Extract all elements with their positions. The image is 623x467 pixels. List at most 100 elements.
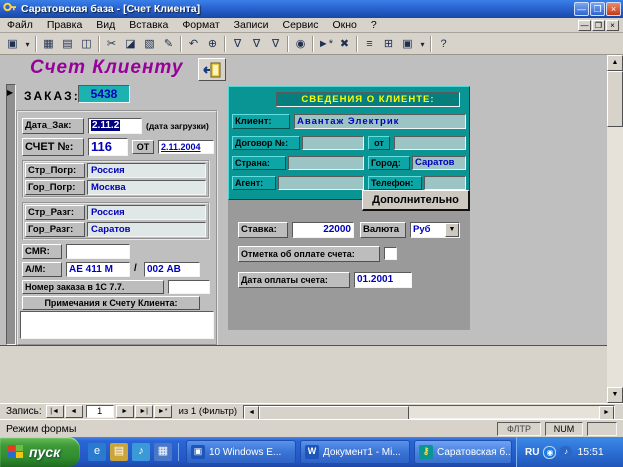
mdi-close-button[interactable]: ×: [606, 20, 619, 31]
quicklaunch-desktop-icon[interactable]: ▦: [154, 443, 172, 461]
unloading-city-field[interactable]: Саратов: [87, 222, 206, 237]
task-button-access-database[interactable]: ⚷ Саратовская б...: [414, 440, 512, 464]
form-view-icon[interactable]: ▣: [3, 34, 22, 53]
filter-by-form-icon[interactable]: ∇: [247, 34, 266, 53]
quicklaunch-folder-icon[interactable]: ▤: [110, 443, 128, 461]
mdi-minimize-button[interactable]: —: [578, 20, 591, 31]
quicklaunch-ie-icon[interactable]: e: [88, 443, 106, 461]
filter-by-selection-icon[interactable]: ∇: [228, 34, 247, 53]
more-button[interactable]: Дополнительно: [362, 190, 470, 211]
client-city-field[interactable]: Саратов: [412, 156, 466, 170]
loading-city-label: Гор_Погр:: [25, 180, 85, 195]
close-button[interactable]: ×: [606, 2, 621, 16]
scroll-up-icon[interactable]: ▲: [607, 55, 623, 71]
database-window-icon[interactable]: ⊞: [379, 34, 398, 53]
client-field[interactable]: Авантаж Электрик: [294, 114, 466, 129]
screen: Саратовская база - [Счет Клиента] — ❐ × …: [0, 0, 623, 467]
menu-view[interactable]: Вид: [89, 18, 122, 32]
first-record-button[interactable]: |◄: [45, 405, 64, 418]
current-record-input[interactable]: 1: [85, 405, 114, 418]
invoice-number-field[interactable]: 116: [88, 138, 128, 156]
rate-field[interactable]: 22000: [292, 222, 354, 238]
start-button[interactable]: пуск: [0, 437, 80, 467]
previous-record-button[interactable]: ◄: [64, 405, 83, 418]
date-order-selected-text: 2.11.2: [91, 120, 121, 131]
paid-checkbox[interactable]: [384, 247, 397, 260]
vehicle-field-1[interactable]: АЕ 411 М: [66, 262, 130, 277]
task-button-word-document[interactable]: W Документ1 - Mi...: [300, 440, 410, 464]
tray-language-indicator[interactable]: RU: [525, 447, 539, 458]
agent-field[interactable]: [278, 176, 364, 190]
menu-service[interactable]: Сервис: [276, 18, 326, 32]
scroll-right-icon[interactable]: ►: [599, 405, 614, 420]
menu-format[interactable]: Формат: [175, 18, 226, 32]
menu-insert[interactable]: Вставка: [122, 18, 175, 32]
undo-icon[interactable]: ↶: [184, 34, 203, 53]
minimize-button[interactable]: —: [574, 2, 589, 16]
new-object-icon[interactable]: ▣: [398, 34, 417, 53]
save-icon[interactable]: ▦: [39, 34, 58, 53]
cmr-field[interactable]: [66, 244, 130, 259]
format-painter-icon[interactable]: ✎: [159, 34, 178, 53]
contract-number-label: Договор №:: [232, 136, 300, 150]
invoice-date-field[interactable]: 2.11.2004: [158, 140, 214, 154]
menu-records[interactable]: Записи: [227, 18, 276, 32]
currency-dropdown[interactable]: Руб ▼: [410, 222, 460, 238]
phone-field[interactable]: [424, 176, 466, 190]
menu-help[interactable]: ?: [364, 18, 384, 32]
properties-icon[interactable]: ≡: [360, 34, 379, 53]
order-number-field[interactable]: 5438: [78, 85, 130, 103]
client-country-field[interactable]: [288, 156, 364, 170]
mdi-restore-button[interactable]: ❐: [592, 20, 605, 31]
currency-label: Валюта: [360, 222, 406, 238]
scroll-down-icon[interactable]: ▼: [607, 387, 623, 403]
vehicle-field-2[interactable]: 002 АВ: [144, 262, 200, 277]
new-record-button[interactable]: ►*: [153, 405, 172, 418]
horizontal-scrollbar[interactable]: ◄ ►: [243, 404, 615, 420]
date-order-field[interactable]: 2.11.2: [88, 118, 142, 134]
menu-file[interactable]: Файл: [0, 18, 40, 32]
delete-record-icon[interactable]: ✖: [335, 34, 354, 53]
tray-clock[interactable]: 15:51: [577, 446, 603, 458]
vertical-scrollbar[interactable]: ▲ ▼: [607, 55, 623, 403]
insert-hyperlink-icon[interactable]: ⊕: [203, 34, 222, 53]
unloading-country-field[interactable]: Россия: [87, 205, 206, 220]
print-preview-icon[interactable]: ◫: [77, 34, 96, 53]
dropdown-arrow-icon[interactable]: ▼: [445, 223, 459, 237]
title-bar[interactable]: Саратовская база - [Счет Клиента] — ❐ ×: [0, 0, 623, 18]
notes-field[interactable]: [20, 311, 214, 339]
loading-city-field[interactable]: Москва: [87, 180, 206, 195]
form-view-dropdown-icon[interactable]: ▾: [22, 34, 33, 53]
quicklaunch-media-icon[interactable]: ♪: [132, 443, 150, 461]
contract-date-field[interactable]: [394, 136, 466, 150]
new-object-dropdown-icon[interactable]: ▾: [417, 34, 428, 53]
horizontal-scroll-thumb[interactable]: [259, 405, 410, 420]
order-1c-field[interactable]: [168, 280, 210, 294]
contract-number-field[interactable]: [302, 136, 364, 150]
toolbar-separator: [98, 35, 100, 52]
menu-window[interactable]: Окно: [325, 18, 363, 32]
loading-country-field[interactable]: Россия: [87, 163, 206, 178]
maximize-button[interactable]: ❐: [590, 2, 605, 16]
next-record-button[interactable]: ►: [115, 405, 134, 418]
last-record-button[interactable]: ►|: [134, 405, 153, 418]
record-selector-strip[interactable]: [6, 84, 16, 345]
cmr-label: CMR:: [22, 244, 62, 259]
menu-edit[interactable]: Правка: [40, 18, 89, 32]
copy-icon[interactable]: ◪: [121, 34, 140, 53]
pay-date-field[interactable]: 01.2001: [354, 272, 412, 288]
tray-network-icon[interactable]: ◉: [543, 445, 557, 459]
task-button-explorer[interactable]: ▣ 10 Windows E...: [186, 440, 296, 464]
vertical-scroll-thumb[interactable]: [607, 71, 623, 127]
paste-icon[interactable]: ▧: [140, 34, 159, 53]
exit-form-button[interactable]: [198, 58, 226, 81]
find-icon[interactable]: ◉: [291, 34, 310, 53]
apply-filter-icon[interactable]: ∇: [266, 34, 285, 53]
print-icon[interactable]: ▤: [58, 34, 77, 53]
new-record-icon[interactable]: ►*: [316, 34, 335, 53]
tray-volume-icon[interactable]: ♪: [559, 445, 573, 459]
status-empty-cell: [587, 422, 617, 436]
cut-icon[interactable]: ✂: [102, 34, 121, 53]
help-icon[interactable]: ?: [434, 34, 453, 53]
scroll-left-icon[interactable]: ◄: [244, 405, 260, 420]
